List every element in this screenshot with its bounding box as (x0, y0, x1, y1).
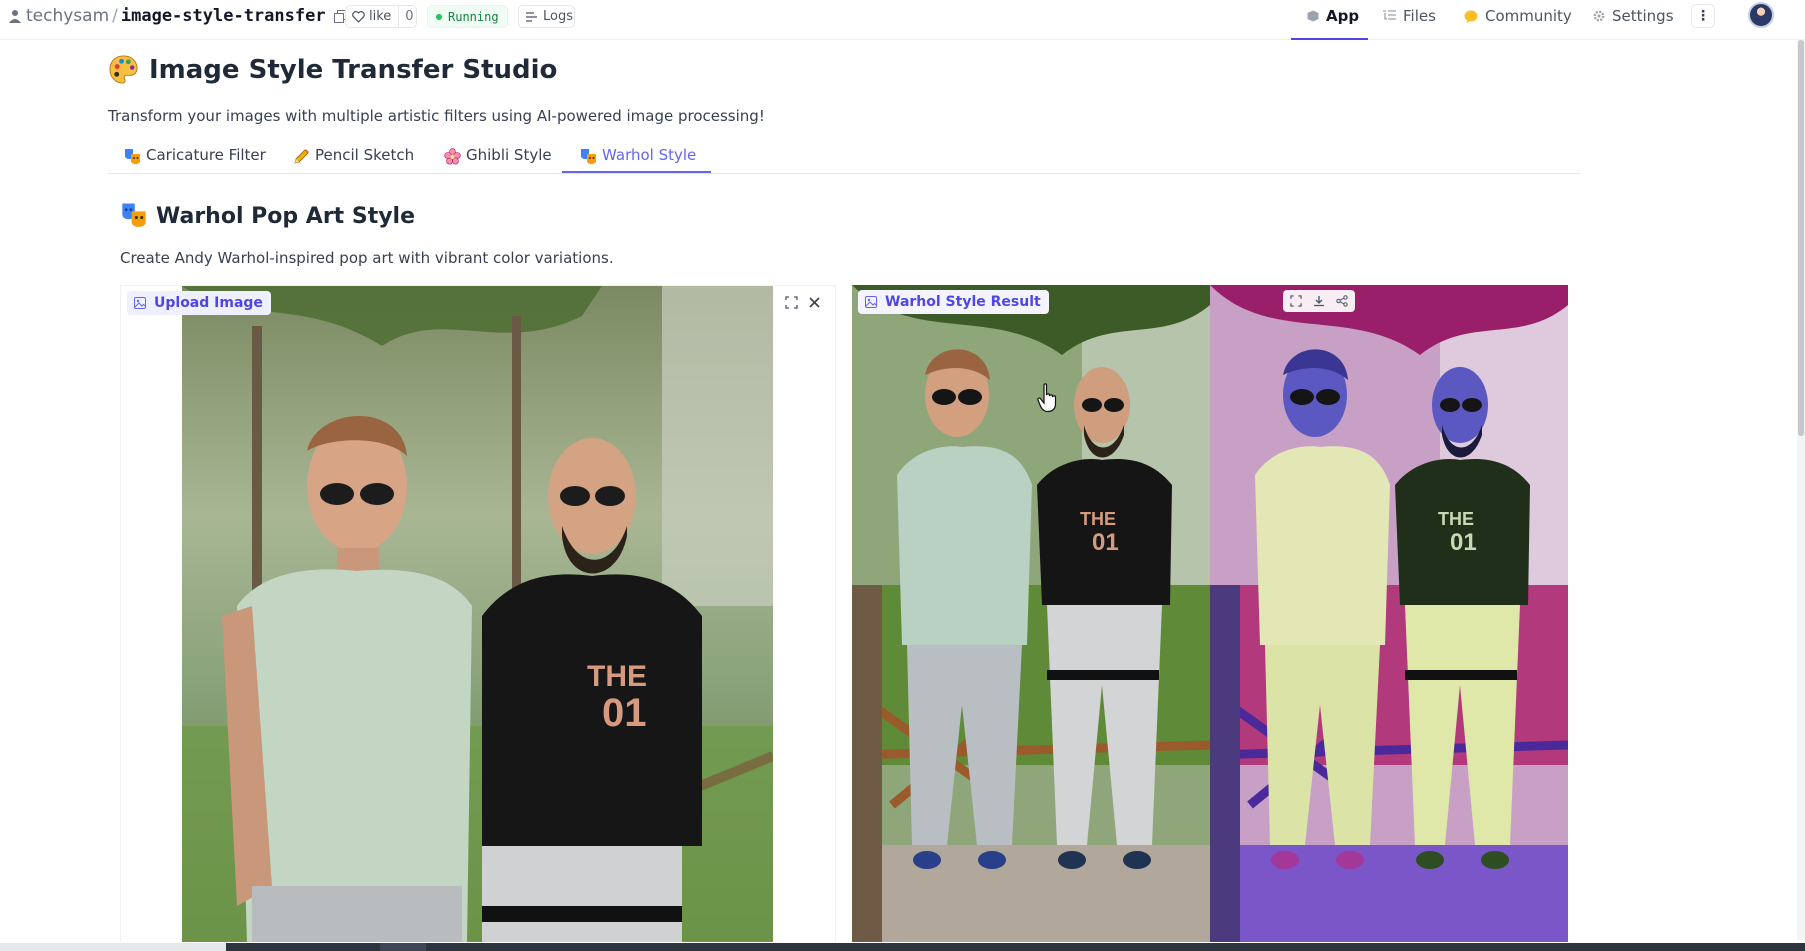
tab-ghibli-style[interactable]: Ghibli Style (444, 146, 552, 174)
result-photo-original-colors: THE 01 (852, 285, 1210, 942)
tab-label: Ghibli Style (466, 146, 552, 164)
heart-icon (352, 10, 365, 23)
cube-icon (1307, 10, 1319, 22)
result-photo-pop-art-colors: THE 01 (1210, 285, 1568, 942)
page-subtitle: Transform your images with multiple arti… (108, 107, 765, 125)
page-header: Image Style Transfer Studio (108, 54, 557, 85)
top-header: techysam / image-style-transfer like 0 R… (0, 0, 1805, 40)
tab-label: Pencil Sketch (315, 146, 415, 164)
user-icon (9, 10, 21, 23)
uploaded-photo: THE 01 (182, 286, 773, 942)
result-image-controls (1283, 290, 1355, 312)
section-description: Create Andy Warhol-inspired pop art with… (120, 249, 614, 267)
hand-cursor-icon (1037, 383, 1057, 413)
image-icon (134, 297, 146, 309)
user-avatar[interactable] (1748, 2, 1774, 28)
svg-text:THE: THE (587, 660, 647, 693)
filter-tabs: Caricature Filter Pencil Sketch Ghibli S… (108, 142, 1580, 174)
nav-files[interactable]: Files (1383, 6, 1436, 26)
svg-text:THE: THE (1438, 509, 1474, 529)
like-button[interactable]: like 0 (345, 5, 417, 28)
upload-image-panel[interactable]: Upload Image THE 01 (120, 285, 836, 942)
tab-pencil-sketch[interactable]: Pencil Sketch (293, 146, 414, 174)
svg-text:01: 01 (1450, 529, 1477, 556)
warhol-result-label: Warhol Style Result (858, 290, 1049, 314)
tab-caricature-filter[interactable]: Caricature Filter (124, 146, 266, 174)
svg-text:THE: THE (1080, 509, 1116, 529)
warhol-result-panel: Warhol Style Result THE 01 THE 01 (852, 285, 1568, 942)
fullscreen-button[interactable] (781, 292, 801, 312)
status-dot-icon (436, 13, 442, 20)
input-image-controls (778, 291, 827, 313)
like-count: 0 (405, 9, 414, 24)
fullscreen-icon (784, 295, 798, 309)
fullscreen-icon (1290, 295, 1302, 307)
logs-label: Logs (543, 9, 573, 24)
download-button[interactable] (1309, 291, 1329, 311)
pencil-icon (294, 149, 309, 164)
tab-active-indicator (562, 171, 711, 173)
nav-community[interactable]: Community (1464, 6, 1572, 26)
palette-icon (109, 55, 138, 84)
files-icon (1383, 10, 1396, 20)
nav-app-label: App (1326, 7, 1360, 25)
section-title: Warhol Pop Art Style (156, 203, 416, 229)
cherry-blossom-icon (444, 148, 461, 165)
section-header: Warhol Pop Art Style (120, 202, 415, 230)
tab-label: Caricature Filter (146, 146, 266, 164)
logs-button[interactable]: Logs (518, 5, 575, 28)
taskbar-segment (380, 943, 426, 951)
share-icon (1336, 295, 1348, 307)
warhol-result-text: Warhol Style Result (885, 294, 1041, 310)
breadcrumb-separator: / (112, 6, 118, 26)
status-label: Running (448, 9, 499, 24)
upload-image-text: Upload Image (154, 295, 263, 311)
nav-app-active-indicator (1291, 38, 1368, 40)
scrollbar-thumb[interactable] (1798, 40, 1804, 436)
theater-masks-icon (581, 149, 596, 164)
svg-text:01: 01 (602, 691, 647, 735)
gear-icon (1593, 10, 1605, 22)
repo-breadcrumb: techysam / image-style-transfer (9, 6, 347, 26)
status-badge: Running (427, 5, 508, 28)
vertical-scrollbar[interactable] (1797, 40, 1805, 940)
result-fullscreen-button[interactable] (1286, 291, 1306, 311)
taskbar-segment (0, 943, 226, 951)
tab-label: Warhol Style (602, 146, 697, 164)
nav-community-label: Community (1485, 7, 1572, 25)
share-button[interactable] (1332, 291, 1352, 311)
theater-masks-icon (125, 149, 140, 164)
download-icon (1314, 296, 1324, 307)
upload-image-label: Upload Image (127, 291, 271, 315)
repo-name-link[interactable]: image-style-transfer (121, 6, 326, 26)
clear-image-button[interactable] (804, 292, 824, 312)
repo-owner-link[interactable]: techysam (26, 6, 109, 26)
page-title: Image Style Transfer Studio (149, 54, 558, 85)
svg-text:01: 01 (1092, 529, 1119, 556)
nav-settings-label: Settings (1612, 7, 1674, 25)
nav-settings[interactable]: Settings (1593, 6, 1674, 26)
logs-icon (526, 11, 537, 22)
theater-masks-icon (122, 203, 146, 227)
nav-app[interactable]: App (1307, 6, 1359, 26)
close-icon (808, 296, 820, 308)
community-icon (1464, 10, 1478, 23)
image-icon (865, 296, 877, 308)
nav-files-label: Files (1403, 7, 1436, 25)
like-label: like (369, 9, 392, 24)
more-menu-button[interactable]: ⋮ (1691, 4, 1715, 28)
os-taskbar (0, 943, 1805, 951)
tab-warhol-style[interactable]: Warhol Style (580, 146, 696, 174)
